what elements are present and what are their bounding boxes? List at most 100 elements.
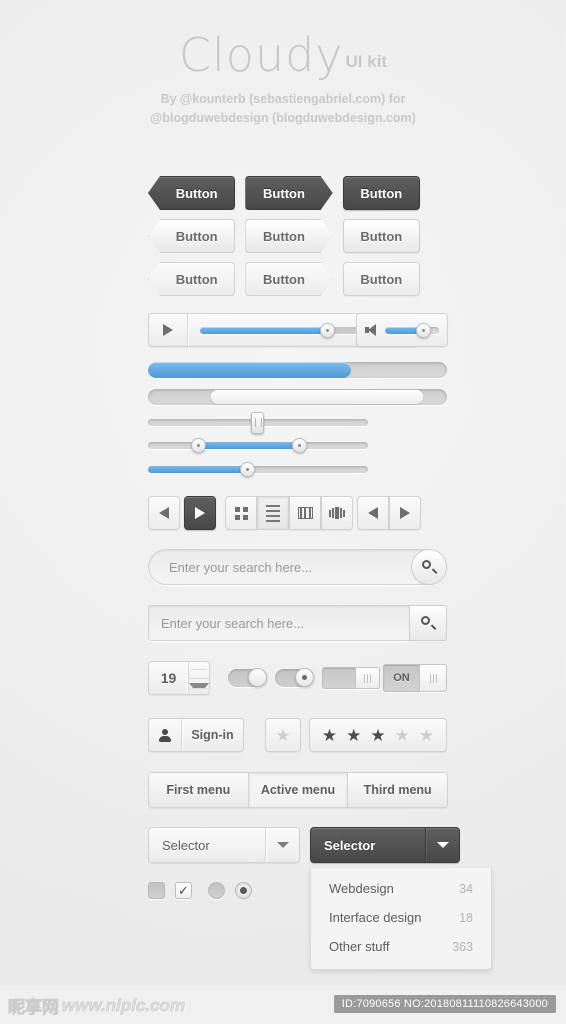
button-light2-rect[interactable]: Button	[342, 262, 420, 296]
stepper-down-button[interactable]	[189, 679, 209, 695]
stepper-value[interactable]: 19	[149, 670, 188, 686]
nav-prev-button[interactable]	[148, 496, 180, 530]
menu-item-other-stuff[interactable]: Other stuff 363	[311, 932, 491, 961]
progress-bar-fill	[148, 362, 352, 378]
search-icon	[422, 560, 438, 574]
range-bar-window[interactable]	[210, 390, 424, 404]
player-progress-handle[interactable]	[319, 322, 335, 338]
selector-light-arrow[interactable]	[265, 828, 299, 862]
button-label: Button	[263, 228, 305, 244]
slider-center-grip[interactable]	[148, 411, 368, 434]
button-label: Button	[175, 185, 218, 201]
button-dark-arrow-right[interactable]: Button	[245, 176, 332, 210]
search-bar-square[interactable]: Enter your search here...	[148, 605, 447, 641]
star-icon-4[interactable]: ★	[395, 727, 410, 744]
radio-selected[interactable]	[235, 882, 252, 899]
view-list-button-active[interactable]	[257, 496, 289, 530]
menu-item-label: Other stuff	[329, 939, 390, 954]
button-light2-arrow-right[interactable]: Button	[245, 262, 332, 296]
tab-third-menu[interactable]: Third menu	[348, 773, 447, 807]
volume-bar	[356, 313, 448, 347]
view-coverflow-button[interactable]	[321, 496, 353, 530]
search-input-rounded[interactable]: Enter your search here...	[149, 560, 411, 575]
toggle-pill-plain[interactable]	[228, 668, 267, 687]
menu-item-label: Webdesign	[329, 881, 394, 896]
star-icon-2[interactable]: ★	[346, 727, 361, 744]
button-light2-arrow-left[interactable]: Button	[148, 262, 236, 296]
toggle-rect-on[interactable]: ON	[383, 664, 447, 692]
volume-handle[interactable]	[416, 322, 432, 338]
credit-line-2: @blogduwebdesign (blogduwebdesign.com)	[150, 111, 416, 125]
slider-single-handle[interactable]	[239, 462, 255, 477]
search-input-square[interactable]: Enter your search here...	[149, 616, 409, 631]
selector-light-label: Selector	[162, 837, 210, 853]
watermark: 昵享网 www.nipic.com	[8, 993, 186, 1019]
star-icon-3[interactable]: ★	[370, 727, 385, 744]
button-light-arrow-right[interactable]: Button	[245, 219, 332, 253]
tab-active-menu[interactable]: Active menu	[248, 773, 349, 807]
list-view-icon	[266, 504, 280, 522]
search-button-rounded[interactable]	[411, 549, 447, 585]
play-button[interactable]	[149, 314, 188, 346]
star-icon: ★	[275, 725, 291, 745]
view-column-button[interactable]	[289, 496, 321, 530]
volume-track[interactable]	[385, 322, 439, 338]
tab-first-menu[interactable]: First menu	[149, 773, 249, 807]
stepper-up-button[interactable]	[189, 662, 209, 679]
button-label: Button	[175, 271, 218, 287]
checkbox-checked[interactable]: ✓	[175, 882, 192, 899]
credit-line-1: By @kounterb (sebastiengabriel.com) for	[160, 92, 406, 106]
nav-pair-right	[357, 496, 421, 530]
button-row-light-2: Button Button Button	[148, 262, 420, 296]
star-icon-5[interactable]: ★	[419, 727, 434, 744]
button-label: Button	[360, 271, 403, 287]
page-title-suffix: UI kit	[345, 52, 388, 71]
sign-in-icon-cell	[149, 719, 182, 751]
number-stepper[interactable]: 19	[148, 661, 210, 695]
checkbox-unchecked[interactable]	[148, 882, 165, 899]
nav-next-button-2[interactable]	[389, 496, 421, 530]
page-title: Cloudy	[178, 28, 344, 82]
tab-label: First menu	[166, 783, 231, 797]
menu-item-webdesign[interactable]: Webdesign 34	[311, 874, 491, 903]
nav-prev-button-2[interactable]	[357, 496, 389, 530]
speaker-icon	[365, 324, 378, 336]
sign-in-button[interactable]: Sign-in	[148, 718, 244, 752]
menu-item-count: 34	[459, 881, 473, 896]
nav-next-button-active[interactable]	[184, 496, 216, 530]
star-icon-1[interactable]: ★	[322, 727, 337, 744]
toggle-rect-plain[interactable]	[322, 667, 380, 689]
star-rating-bar[interactable]: ★ ★ ★ ★ ★	[309, 718, 447, 752]
check-icon: ✓	[178, 883, 189, 898]
toggle-pill-knob[interactable]	[248, 668, 267, 687]
button-light-arrow-left[interactable]: Button	[148, 219, 236, 253]
selector-light[interactable]: Selector	[148, 827, 300, 863]
search-icon	[421, 616, 437, 630]
grid-view-icon	[234, 506, 248, 520]
toggle-rect-on-handle[interactable]	[419, 664, 447, 692]
watermark-url-text: www.nipic.com	[61, 995, 186, 1015]
tab-label: Active menu	[260, 783, 336, 797]
play-icon	[163, 324, 173, 336]
button-light-rect[interactable]: Button	[342, 219, 420, 253]
selector-dark-open[interactable]: Selector	[310, 827, 460, 863]
menu-item-interface-design[interactable]: Interface design 18	[311, 903, 491, 932]
slider-range-dual[interactable]	[148, 438, 368, 453]
button-dark-arrow-left[interactable]: Button	[148, 176, 236, 210]
button-dark-rect[interactable]: Button	[342, 176, 420, 210]
toggle-pill-knob-dotted[interactable]	[295, 668, 314, 687]
slider-range-handle-high[interactable]	[292, 438, 308, 453]
view-grid-button[interactable]	[225, 496, 257, 530]
search-bar-rounded[interactable]: Enter your search here...	[148, 549, 447, 585]
star-button-single[interactable]: ★	[265, 718, 301, 752]
slider-range-handle-low[interactable]	[191, 438, 207, 453]
range-bar-gray[interactable]	[148, 389, 447, 405]
footer-bar: 昵享网 www.nipic.com ID:7090656 NO:20180811…	[0, 985, 566, 1024]
slider-grip-handle[interactable]	[250, 411, 264, 434]
selector-dark-arrow[interactable]	[425, 828, 459, 862]
slider-single-fill[interactable]	[148, 462, 368, 477]
search-button-square[interactable]	[409, 605, 447, 641]
toggle-pill-dotted[interactable]	[275, 668, 314, 687]
radio-unselected[interactable]	[208, 882, 225, 899]
toggle-rect-plain-handle[interactable]	[355, 667, 380, 689]
